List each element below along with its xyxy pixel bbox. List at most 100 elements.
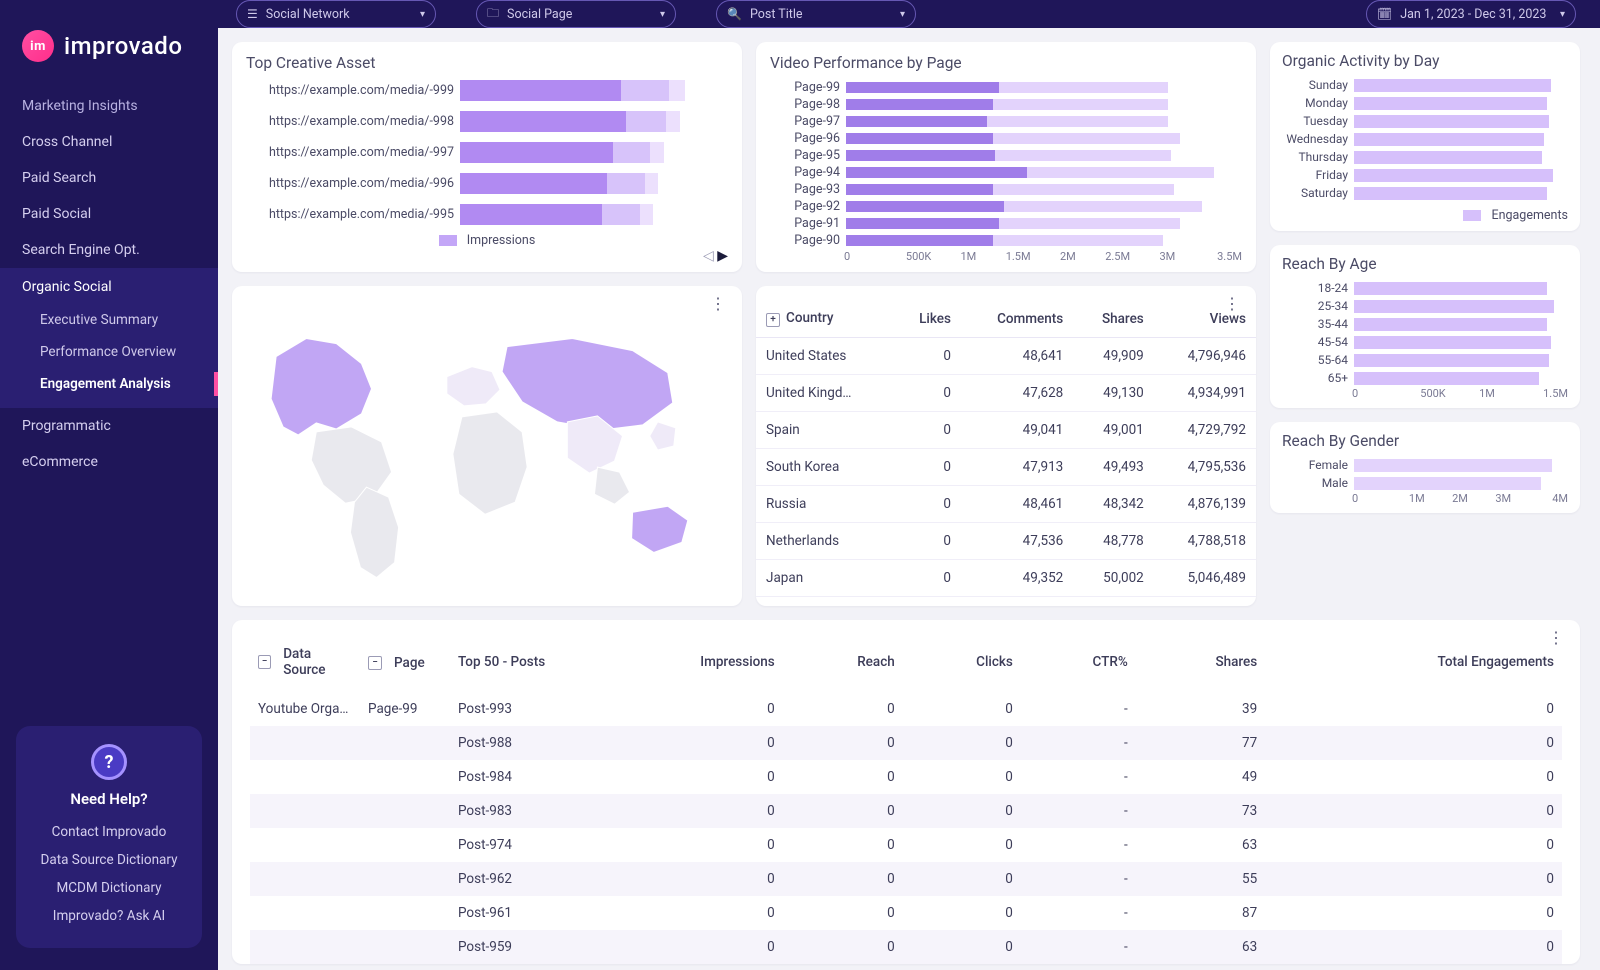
table-row[interactable]: Youtube Orga…Page-99Post-993000-390 — [250, 692, 1562, 726]
table-row[interactable]: United States048,64149,9094,796,946 — [756, 338, 1256, 375]
table-row[interactable]: Italy048,01149,3164,764,143 — [756, 597, 1256, 607]
card-title: Reach By Age — [1282, 255, 1568, 273]
card-title: Organic Activity by Day — [1282, 52, 1568, 70]
country-col[interactable]: Comments — [961, 300, 1073, 338]
sidebar-item-organic-social[interactable]: Organic Social — [0, 268, 218, 304]
table-row[interactable]: Russia048,46148,3424,876,139 — [756, 486, 1256, 523]
sidebar-item[interactable]: Paid Social — [0, 196, 218, 232]
topbar: ☰ Social Network ▾ 🗀 Social Page ▾ 🔍 Pos… — [218, 0, 1600, 28]
col-reach[interactable]: Reach — [783, 636, 903, 692]
table-row[interactable]: Post-974000-630 — [250, 828, 1562, 862]
kebab-icon[interactable]: ⋮ — [1224, 302, 1240, 306]
world-map[interactable] — [246, 298, 728, 596]
sidebar-subitem[interactable]: Performance Overview — [0, 336, 218, 368]
col-shares[interactable]: Shares — [1136, 636, 1265, 692]
help-link[interactable]: MCDM Dictionary — [30, 874, 188, 902]
hbar-row: https://example.com/media/-999 — [246, 80, 728, 101]
collapse-icon[interactable]: − — [368, 656, 382, 670]
hbar-label: 35-44 — [1282, 317, 1348, 331]
country-col[interactable]: +Country — [756, 300, 893, 338]
hbar-track — [846, 184, 1242, 195]
hbar-row: 25-34 — [1282, 299, 1568, 313]
table-row[interactable]: South Korea047,91349,4934,795,536 — [756, 449, 1256, 486]
filter-page[interactable]: 🗀 Social Page ▾ — [476, 0, 676, 28]
filter-post[interactable]: 🔍 Post Title ▾ — [716, 0, 916, 28]
kebab-icon[interactable]: ⋮ — [1548, 636, 1564, 640]
legend-swatch — [1463, 210, 1481, 221]
col-engagements[interactable]: Total Engagements — [1265, 636, 1562, 692]
col-page[interactable]: Page — [394, 655, 425, 671]
filter-post-label: Post Title — [750, 7, 803, 22]
help-link[interactable]: Contact Improvado — [30, 818, 188, 846]
chart-pager[interactable]: ◁ ▶ — [703, 248, 728, 264]
filter-date-range[interactable]: 🗓 Jan 1, 2023 - Dec 31, 2023 ▾ — [1366, 0, 1576, 28]
calendar-icon: 🗓 — [1377, 7, 1392, 21]
hbar-row: Page-97 — [770, 114, 1242, 129]
expand-icon[interactable]: + — [766, 313, 780, 327]
sidebar-item[interactable]: Search Engine Opt. — [0, 232, 218, 268]
table-row[interactable]: Post-983000-730 — [250, 794, 1562, 828]
country-col[interactable]: Views — [1154, 300, 1256, 338]
hbar-label: Page-90 — [770, 233, 840, 248]
hbar-row: Page-99 — [770, 80, 1242, 95]
table-row[interactable]: Japan049,35250,0025,046,489 — [756, 560, 1256, 597]
main: ☰ Social Network ▾ 🗀 Social Page ▾ 🔍 Pos… — [218, 0, 1600, 970]
sidebar-item[interactable]: eCommerce — [0, 444, 218, 480]
hbar-label: Page-99 — [770, 80, 840, 95]
sidebar-subitem[interactable]: Executive Summary — [0, 304, 218, 336]
col-data-source[interactable]: Data Source — [283, 646, 352, 678]
table-row[interactable]: Spain049,04149,0014,729,792 — [756, 412, 1256, 449]
table-row[interactable]: Post-959000-630 — [250, 930, 1562, 964]
hbar-row: Friday — [1282, 168, 1568, 182]
help-link[interactable]: Improvado? Ask AI — [30, 902, 188, 930]
table-row[interactable]: Post-984000-490 — [250, 760, 1562, 794]
table-row[interactable]: Netherlands047,53648,7784,788,518 — [756, 523, 1256, 560]
country-col[interactable]: Likes — [893, 300, 961, 338]
hbar-track — [1354, 336, 1568, 349]
hbar-label: https://example.com/media/-995 — [246, 207, 454, 222]
help-link[interactable]: Data Source Dictionary — [30, 846, 188, 874]
hbar-label: Sunday — [1282, 78, 1348, 92]
hbar-track — [1354, 354, 1568, 367]
stack-icon: ☰ — [247, 7, 258, 21]
country-table: +CountryLikesCommentsSharesViews United … — [756, 300, 1256, 606]
sidebar-item[interactable]: Cross Channel — [0, 124, 218, 160]
table-row[interactable]: Post-961000-870 — [250, 896, 1562, 930]
sidebar-section-label: Marketing Insights — [0, 90, 218, 124]
table-row[interactable]: United Kingd…047,62849,1304,934,991 — [756, 375, 1256, 412]
hbar-row: Sunday — [1282, 78, 1568, 92]
hbar-track — [1354, 300, 1568, 313]
hbar-row: Page-95 — [770, 148, 1242, 163]
hbar-track — [460, 204, 728, 225]
hbar-row: Page-98 — [770, 97, 1242, 112]
hbar-row: Page-96 — [770, 131, 1242, 146]
collapse-icon[interactable]: − — [258, 655, 271, 669]
help-icon[interactable]: ? — [91, 744, 127, 780]
hbar-row: https://example.com/media/-995 — [246, 204, 728, 225]
sidebar-item[interactable]: Programmatic — [0, 408, 218, 444]
country-col[interactable]: Shares — [1073, 300, 1154, 338]
sidebar: im improvado Marketing Insights Cross Ch… — [0, 0, 218, 970]
hbar-label: https://example.com/media/-997 — [246, 145, 454, 160]
legend-swatch — [439, 235, 457, 246]
filter-network[interactable]: ☰ Social Network ▾ — [236, 0, 436, 28]
hbar-label: https://example.com/media/-998 — [246, 114, 454, 129]
hbar-track — [846, 235, 1242, 246]
sidebar-item[interactable]: Paid Search — [0, 160, 218, 196]
col-impressions[interactable]: Impressions — [580, 636, 783, 692]
col-ctr[interactable]: CTR% — [1021, 636, 1136, 692]
hbar-label: https://example.com/media/-999 — [246, 83, 454, 98]
filter-page-label: Social Page — [507, 7, 572, 22]
sidebar-subitem[interactable]: Engagement Analysis — [0, 368, 218, 400]
col-clicks[interactable]: Clicks — [903, 636, 1021, 692]
hbar-track — [846, 218, 1242, 229]
hbar-label: https://example.com/media/-996 — [246, 176, 454, 191]
table-row[interactable]: Post-962000-550 — [250, 862, 1562, 896]
col-post[interactable]: Top 50 - Posts — [450, 636, 580, 692]
hbar-row: Wednesday — [1282, 132, 1568, 146]
table-row[interactable]: Post-988000-770 — [250, 726, 1562, 760]
hbar-label: 55-64 — [1282, 353, 1348, 367]
hbar-row: 45-54 — [1282, 335, 1568, 349]
legend-label: Video Views — [933, 271, 1001, 272]
kebab-icon[interactable]: ⋮ — [710, 302, 726, 306]
